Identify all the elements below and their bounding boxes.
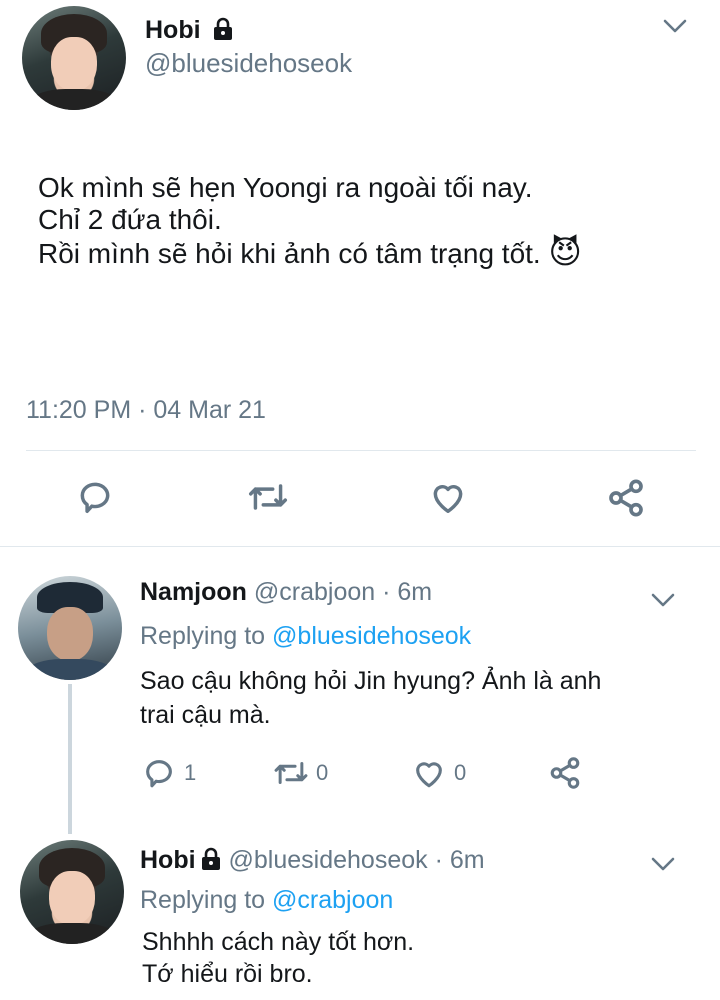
- reply-icon: [146, 760, 172, 788]
- retweet-button[interactable]: [246, 478, 290, 521]
- like-button[interactable]: [428, 478, 468, 521]
- share-icon: [609, 479, 643, 517]
- tweet-menu-button[interactable]: [660, 14, 690, 38]
- like-count: 0: [454, 760, 467, 785]
- author-handle[interactable]: @bluesidehoseok: [145, 48, 352, 79]
- reply-line-2: trai cậu mà.: [140, 701, 271, 729]
- lock-icon: [200, 847, 222, 878]
- retweet-icon: [248, 484, 288, 510]
- replying-to: Replying to @bluesidehoseok: [140, 622, 471, 651]
- retweet-button[interactable]: 0: [272, 756, 328, 790]
- replying-to-link[interactable]: @bluesidehoseok: [272, 622, 471, 650]
- reply-text: Sao cậu không hỏi Jin hyung? Ảnh là anh …: [140, 664, 601, 732]
- reply-line-1: Sao cậu không hỏi Jin hyung? Ảnh là anh: [140, 667, 602, 695]
- tweet-menu-button[interactable]: [648, 588, 678, 612]
- author-avatar[interactable]: [22, 6, 126, 110]
- reply-avatar[interactable]: [18, 576, 122, 680]
- reply-header: Namjoon @crabjoon · 6m: [140, 578, 432, 607]
- reply-icon: [80, 482, 110, 513]
- tweet-line-1: Ok mình sẽ hẹn Yoongi ra ngoài tối nay.: [38, 172, 533, 203]
- replying-to-link[interactable]: @crabjoon: [272, 886, 393, 914]
- retweet-icon: [274, 762, 308, 784]
- lock-icon: [212, 17, 234, 48]
- devil-emoji: 😈: [548, 234, 582, 270]
- share-button[interactable]: [548, 756, 582, 795]
- replying-to: Replying to @crabjoon: [140, 886, 393, 915]
- reply-button[interactable]: 1: [142, 756, 196, 790]
- like-button[interactable]: 0: [412, 756, 466, 790]
- chevron-down-icon: [651, 857, 675, 871]
- divider: [26, 450, 696, 451]
- reply-handle-time[interactable]: @crabjoon · 6m: [254, 578, 432, 606]
- author-name[interactable]: Hobi: [145, 16, 201, 44]
- reply-line-1: Shhhh cách này tốt hơn.: [142, 928, 415, 956]
- share-button[interactable]: [606, 478, 646, 523]
- chevron-down-icon: [651, 593, 675, 607]
- thread-line: [68, 684, 72, 834]
- reply-header: Hobi @bluesidehoseok · 6m: [140, 846, 485, 878]
- replying-prefix: Replying to: [140, 886, 266, 914]
- chevron-down-icon: [663, 19, 687, 33]
- tweet-timestamp[interactable]: 11:20 PM · 04 Mar 21: [26, 396, 266, 425]
- tweet-line-2: Chỉ 2 đứa thôi.: [38, 204, 222, 235]
- reply-avatar[interactable]: [20, 840, 124, 944]
- reply-text: Shhhh cách này tốt hơn. Tớ hiểu rồi bro.: [142, 926, 414, 990]
- heart-icon: [433, 485, 463, 513]
- author-name-row[interactable]: Hobi: [145, 16, 234, 48]
- tweet-text: Ok mình sẽ hẹn Yoongi ra ngoài tối nay. …: [38, 172, 582, 270]
- reply-handle-time[interactable]: @bluesidehoseok · 6m: [229, 846, 485, 874]
- section-divider: [0, 546, 720, 547]
- replying-prefix: Replying to: [140, 622, 266, 650]
- heart-icon: [416, 762, 442, 788]
- reply-count: 1: [184, 760, 197, 785]
- tweet-menu-button[interactable]: [648, 852, 678, 876]
- tweet-line-3: Rồi mình sẽ hỏi khi ảnh có tâm trạng tốt…: [38, 234, 582, 270]
- reply-author-name[interactable]: Namjoon: [140, 578, 247, 606]
- share-icon: [550, 757, 580, 789]
- reply-author-name[interactable]: Hobi: [140, 846, 196, 874]
- reply-button[interactable]: [76, 478, 114, 521]
- reply-line-2: Tớ hiểu rồi bro.: [142, 960, 313, 988]
- retweet-count: 0: [316, 760, 329, 785]
